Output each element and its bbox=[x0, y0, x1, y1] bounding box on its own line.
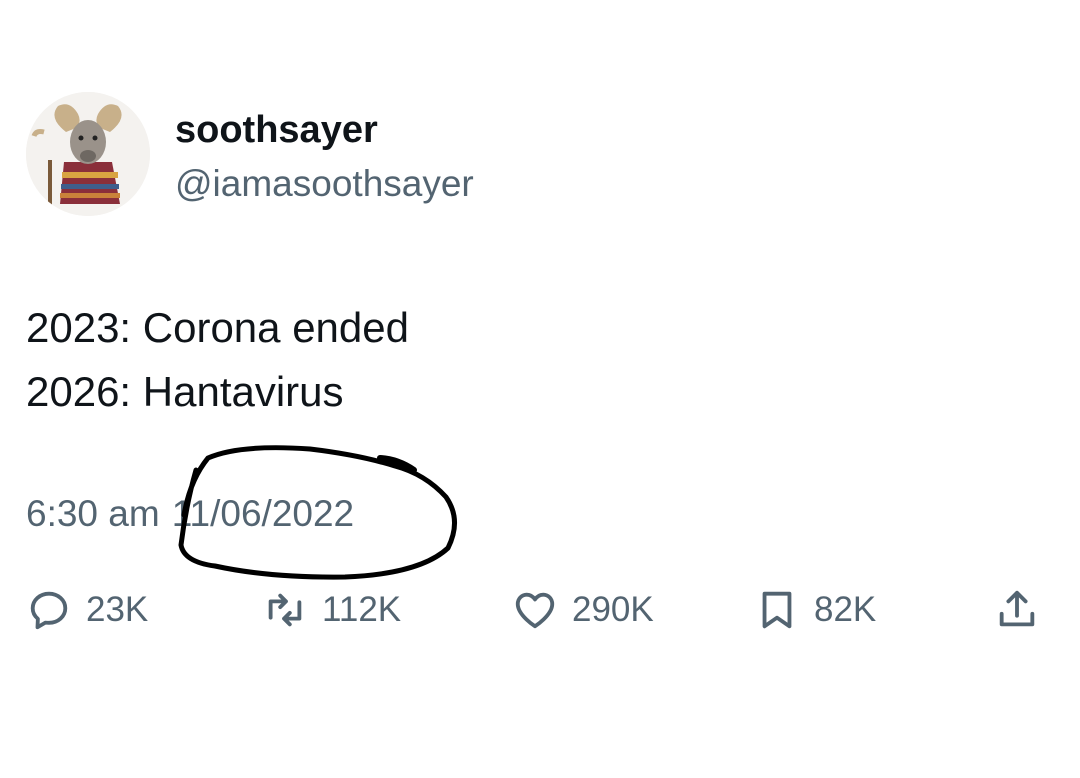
bookmark-button[interactable]: 82K bbox=[754, 580, 876, 640]
like-count: 290K bbox=[572, 590, 654, 629]
retweet-button[interactable]: 112K bbox=[262, 580, 401, 640]
user-handle[interactable]: @iamasoothsayer bbox=[175, 162, 474, 206]
tweet-text: 2023: Corona ended 2026: Hantavirus bbox=[26, 296, 409, 424]
tweet-date: 11/06/2022 bbox=[171, 493, 355, 534]
like-button[interactable]: 290K bbox=[512, 580, 654, 640]
bookmark-icon bbox=[762, 591, 792, 629]
tweet-line: 2026: Hantavirus bbox=[26, 368, 344, 415]
reply-count: 23K bbox=[86, 590, 149, 629]
tweet-card: soothsayer @iamasoothsayer 2023: Corona … bbox=[0, 0, 1080, 778]
share-button[interactable] bbox=[994, 580, 1040, 640]
heart-icon bbox=[515, 592, 555, 629]
avatar[interactable] bbox=[26, 92, 150, 216]
retweet-count: 112K bbox=[322, 590, 402, 629]
tweet-time: 6:30 am bbox=[26, 493, 160, 534]
bookmark-count: 82K bbox=[814, 590, 877, 629]
share-icon bbox=[999, 590, 1035, 627]
ram-avatar-illustration bbox=[26, 92, 150, 216]
reply-icon bbox=[30, 591, 68, 630]
tweet-line: 2023: Corona ended bbox=[26, 304, 409, 351]
display-name[interactable]: soothsayer bbox=[175, 108, 378, 152]
reply-button[interactable]: 23K bbox=[26, 580, 148, 640]
tweet-timestamp[interactable]: 6:30 am 11/06/2022 bbox=[26, 490, 354, 538]
action-bar: 23K 112K 290K 82K bbox=[0, 580, 1080, 640]
retweet-icon bbox=[268, 593, 302, 627]
